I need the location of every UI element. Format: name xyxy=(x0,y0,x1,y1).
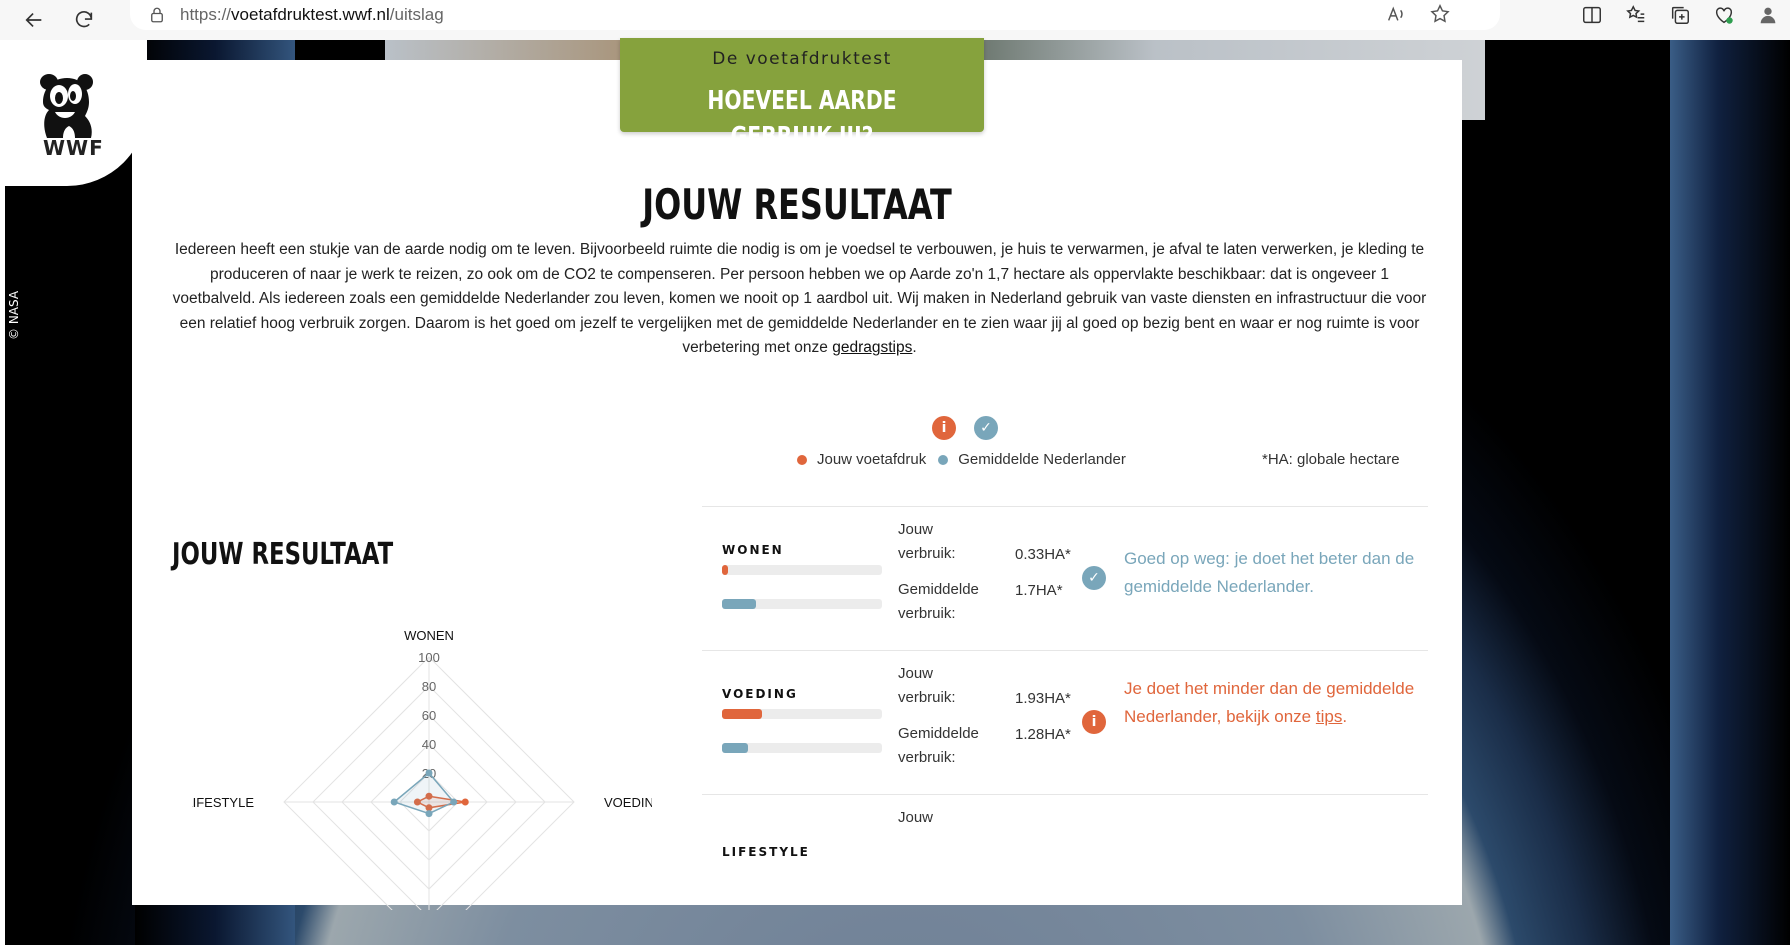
legend-yours: Jouw voetafdruk xyxy=(817,451,927,468)
radar-series-area xyxy=(392,771,455,815)
read-aloud-icon[interactable] xyxy=(1384,2,1408,26)
verdict-text: Je doet het minder dan de gemiddelde Ned… xyxy=(1124,679,1415,726)
average-usage-label: Gemiddelde verbruik: xyxy=(898,581,979,622)
url-text: https://voetafdruktest.wwf.nl/uitslag xyxy=(180,5,444,24)
your-usage-bar xyxy=(722,709,882,719)
check-icon: ✓ xyxy=(974,416,998,440)
average-usage-value: 1.28HA* xyxy=(1015,726,1071,743)
test-header: De voetafdruktest HOEVEEL AARDE GEBRUIK … xyxy=(620,38,984,152)
radar-tick-label: 60 xyxy=(422,708,436,723)
profile-icon[interactable] xyxy=(1756,3,1780,27)
results-card: JOUW RESULTAAT Iedereen heeft een stukje… xyxy=(132,60,1462,910)
your-usage-label: Jouw xyxy=(898,809,934,826)
your-usage-label: Jouw verbruik: xyxy=(898,521,956,562)
info-icon: i xyxy=(1082,710,1106,734)
radar-series-point xyxy=(425,810,433,818)
radar-axis-label: LIFESTYLE xyxy=(192,795,254,810)
tips-link[interactable]: tips xyxy=(1316,707,1342,726)
lock-icon xyxy=(151,7,163,23)
legend-dot-average xyxy=(938,454,949,465)
row-label: LIFESTYLE xyxy=(722,845,810,859)
address-bar[interactable]: https://voetafdruktest.wwf.nl/uitslag xyxy=(130,0,1500,30)
your-usage-label: Jouw verbruik: xyxy=(898,665,956,706)
check-icon: ✓ xyxy=(1082,566,1106,590)
radar-axis-label: WONEN xyxy=(404,628,454,643)
browser-toolbar: https://voetafdruktest.wwf.nl/uitslag xyxy=(0,0,1790,40)
earth-edge-right xyxy=(1670,40,1790,945)
back-icon[interactable] xyxy=(14,0,54,40)
average-usage-fill xyxy=(722,599,756,609)
radar-tick-label: 80 xyxy=(422,679,436,694)
radar-series-point xyxy=(461,798,469,806)
legend: Jouw voetafdruk Gemiddelde Nederlander xyxy=(797,451,1126,468)
radar-tick-label: 40 xyxy=(422,737,436,752)
logo-text: WWF xyxy=(43,136,104,160)
row-label: WONEN xyxy=(722,543,784,557)
favorite-star-icon[interactable] xyxy=(1428,2,1452,26)
result-row-wonen: WONEN Jouw verbruik: 0.33HA* Gemiddelde … xyxy=(702,506,1428,650)
verdict-text: Goed op weg: je doet het beter dan de ge… xyxy=(1124,549,1415,596)
collections-icon[interactable] xyxy=(1668,3,1692,27)
intro-text: Iedereen heeft een stukje van de aarde n… xyxy=(172,241,1427,356)
your-usage-bar xyxy=(722,565,882,575)
browser-essentials-icon[interactable] xyxy=(1712,3,1736,27)
ha-note: *HA: globale hectare xyxy=(1262,451,1400,468)
results-list: WONEN Jouw verbruik: 0.33HA* Gemiddelde … xyxy=(702,506,1428,938)
header-headline: HOEVEEL AARDE GEBRUIK JIJ? xyxy=(707,86,897,152)
wwf-logo[interactable]: WWF xyxy=(5,40,147,186)
image-credit: © NASA xyxy=(7,290,21,340)
your-usage-value: 1.93HA* xyxy=(1015,690,1071,707)
panda-icon xyxy=(40,74,93,138)
page-title: JOUW RESULTAAT xyxy=(642,180,952,229)
radar-series-point xyxy=(425,769,433,777)
radar-chart: 10080604020WONENVOEDINGLIFESTYLE xyxy=(192,628,652,910)
radar-series-point xyxy=(390,798,398,806)
legend-dot-yours xyxy=(797,454,807,465)
radar-tick-label: 100 xyxy=(418,650,440,665)
your-usage-value: 0.33HA* xyxy=(1015,546,1071,563)
radar-series-point xyxy=(450,798,458,806)
row-label: VOEDING xyxy=(722,687,798,701)
average-usage-bar xyxy=(722,743,882,753)
legend-icons: i ✓ xyxy=(932,416,998,440)
split-screen-icon[interactable] xyxy=(1580,3,1604,27)
result-row-lifestyle: Jouw LIFESTYLE xyxy=(702,794,1428,938)
result-row-voeding: VOEDING Jouw verbruik: 1.93HA* Gemiddeld… xyxy=(702,650,1428,794)
favorites-icon[interactable] xyxy=(1624,3,1648,27)
legend-average: Gemiddelde Nederlander xyxy=(958,451,1126,468)
radar-axis-label: VOEDING xyxy=(604,795,652,810)
header-kicker: De voetafdruktest xyxy=(712,49,892,69)
average-usage-bar xyxy=(722,599,882,609)
chart-title: JOUW RESULTAAT xyxy=(172,537,394,572)
gedragstips-link[interactable]: gedragstips xyxy=(832,339,912,356)
refresh-icon[interactable] xyxy=(64,0,104,40)
average-usage-value: 1.7HA* xyxy=(1015,582,1063,599)
your-usage-fill xyxy=(722,565,729,575)
average-usage-label: Gemiddelde verbruik: xyxy=(898,725,979,766)
info-icon: i xyxy=(932,416,956,440)
your-usage-fill xyxy=(722,709,762,719)
average-usage-fill xyxy=(722,743,748,753)
